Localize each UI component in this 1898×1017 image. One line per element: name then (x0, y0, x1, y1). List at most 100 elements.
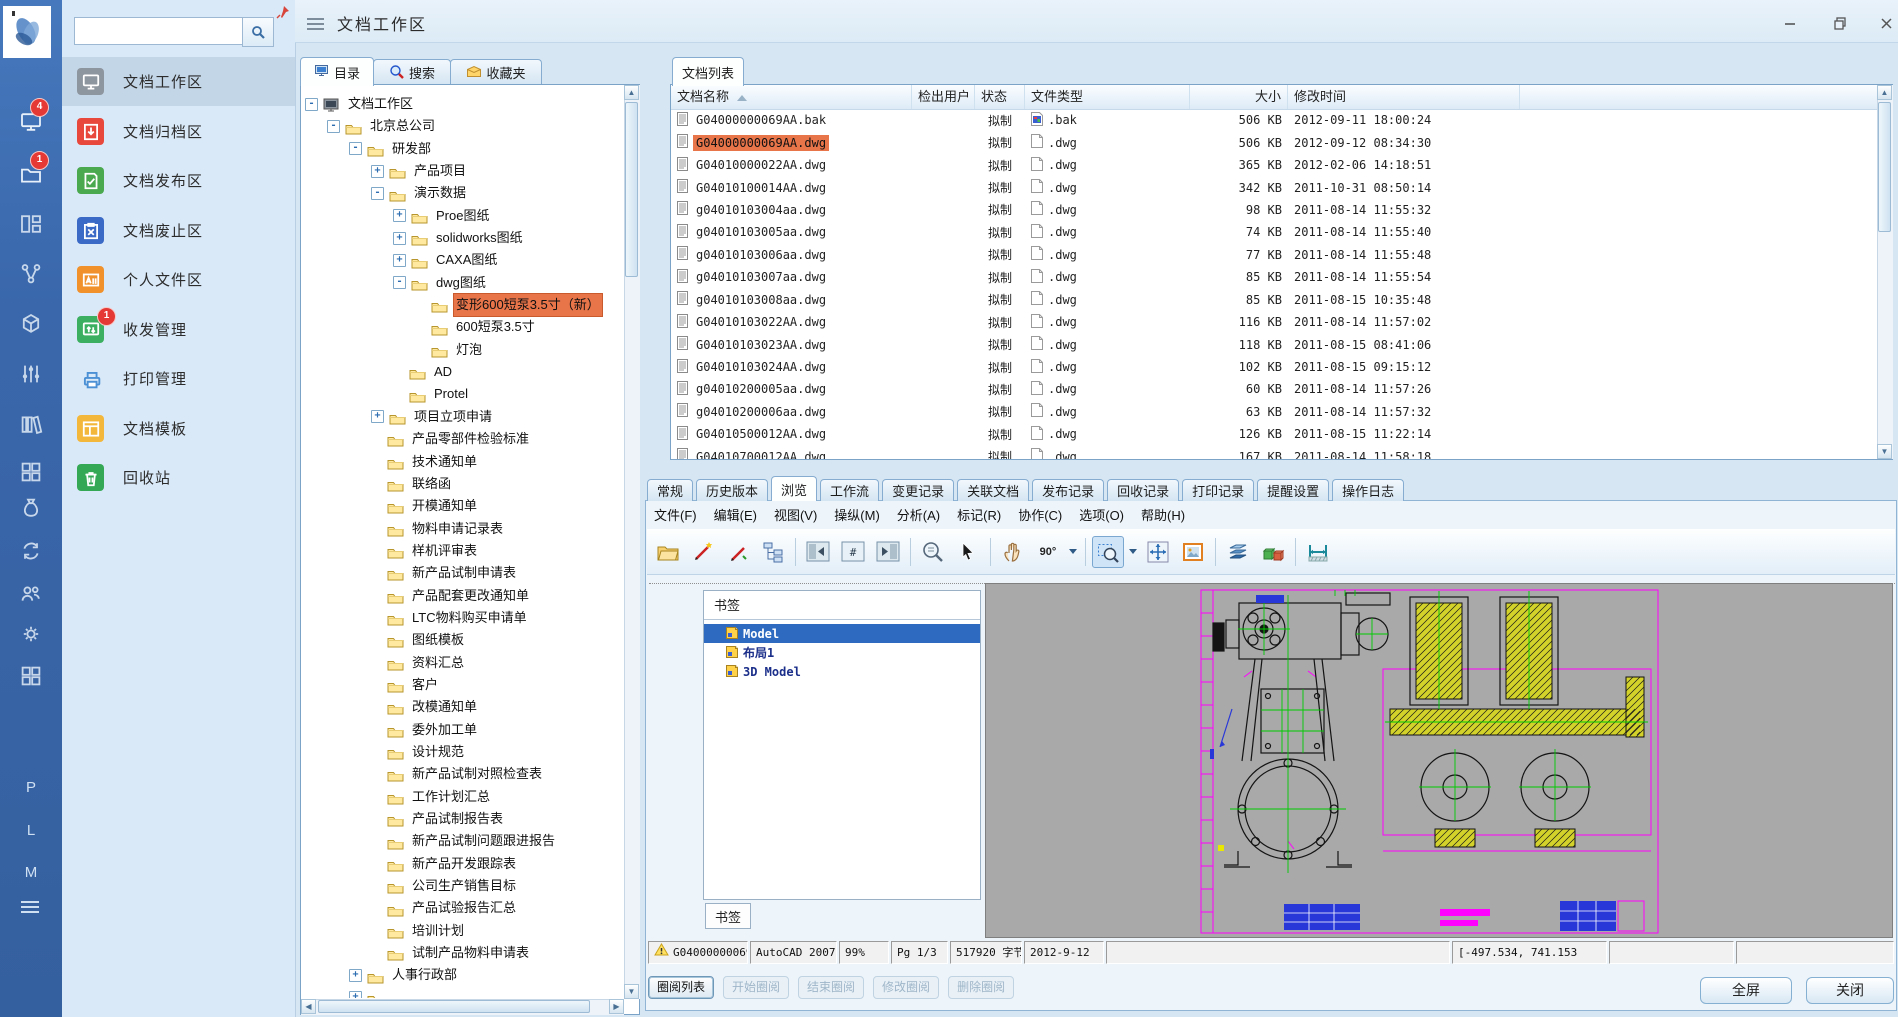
collapse-icon[interactable]: - (349, 142, 362, 155)
review-button-结束圈阅[interactable]: 结束圈阅 (798, 976, 864, 999)
review-button-删除圈阅[interactable]: 删除圈阅 (948, 976, 1014, 999)
tree-node[interactable]: 工作计划汇总 (371, 786, 623, 808)
detail-tab-发布记录[interactable]: 发布记录 (1032, 479, 1104, 501)
doc-row[interactable]: G04010100014AA.dwg拟制.dwg342 KB2011-10-31… (671, 176, 1877, 198)
doc-vscroll-thumb[interactable] (1878, 102, 1891, 232)
menu-F[interactable]: 文件(F) (654, 505, 697, 524)
panel-menu-icon[interactable] (307, 15, 324, 33)
doc-row[interactable]: G04010103022AA.dwg拟制.dwg116 KB2011-08-14… (671, 311, 1877, 333)
pin-icon[interactable] (276, 5, 290, 19)
bookmarks-bottom-tab[interactable]: 书签 (705, 903, 751, 929)
tree-scroll-down-icon[interactable]: ▼ (624, 984, 639, 999)
cad-viewer-canvas[interactable] (985, 583, 1893, 938)
sidebar-item-void[interactable]: 文档废止区 (62, 206, 295, 255)
gear-icon[interactable] (19, 622, 43, 646)
dropdown-caret-icon[interactable] (1129, 549, 1137, 554)
column-header[interactable]: 检出用户 (912, 85, 975, 109)
sidebar-item-sendrecv[interactable]: 收发管理1 (62, 305, 295, 354)
tree-node[interactable]: 物料申请记录表 (371, 518, 623, 540)
expand-icon[interactable]: + (371, 165, 384, 178)
menu-M[interactable]: 操纵(M) (834, 505, 880, 524)
close-button[interactable]: 关闭 (1806, 977, 1894, 1004)
grid-icon[interactable] (19, 460, 43, 484)
tree-node[interactable]: Protel (393, 383, 623, 405)
tree-node[interactable]: 联络函 (371, 473, 623, 495)
tree-node[interactable]: 新产品试制申请表 (371, 562, 623, 584)
hand-tool-button[interactable] (997, 536, 1029, 568)
tree-node[interactable]: 产品试制报告表 (371, 808, 623, 830)
rail-menu-icon[interactable] (21, 898, 39, 916)
doc-row[interactable]: g04010200005aa.dwg拟制.dwg60 KB2011-08-14 … (671, 378, 1877, 400)
nav-next-tool-button[interactable] (872, 536, 904, 568)
sidebar-item-workspace[interactable]: 文档工作区 (62, 57, 295, 106)
cursor-tool-button[interactable] (952, 536, 984, 568)
collapse-icon[interactable]: - (327, 120, 340, 133)
doc-row[interactable]: g04010103005aa.dwg拟制.dwg74 KB2011-08-14 … (671, 221, 1877, 243)
doc-row[interactable]: g04010200006aa.dwg拟制.dwg63 KB2011-08-14 … (671, 401, 1877, 423)
sidebar-item-publish[interactable]: 文档发布区 (62, 156, 295, 205)
search-input[interactable] (74, 17, 246, 45)
detail-tab-浏览[interactable]: 浏览 (771, 476, 817, 501)
column-header[interactable]: 大小 (1190, 85, 1288, 109)
doc-row[interactable]: g04010103004aa.dwg拟制.dwg98 KB2011-08-14 … (671, 199, 1877, 221)
users-icon[interactable] (19, 582, 43, 606)
rail-letter-p[interactable]: P (0, 779, 62, 796)
doc-row[interactable]: g04010103006aa.dwg拟制.dwg77 KB2011-08-14 … (671, 244, 1877, 266)
tree-node[interactable]: 公司生产销售目标 (371, 875, 623, 897)
doc-scroll-up-icon[interactable]: ▲ (1877, 85, 1892, 100)
sidebar-item-personal[interactable]: 个人文件区 (62, 255, 295, 304)
bookmark-item[interactable]: 3D Model (704, 662, 980, 681)
nav-num-tool-button[interactable]: # (837, 536, 869, 568)
solids-tool-button[interactable] (1257, 536, 1289, 568)
tree-node[interactable]: 产品配套更改通知单 (371, 585, 623, 607)
doc-list-tab[interactable]: 文档列表 (672, 57, 744, 86)
restore-button[interactable] (1825, 13, 1855, 33)
tree-node[interactable]: 开模通知单 (371, 495, 623, 517)
rail-letter-l[interactable]: L (0, 822, 62, 839)
nav-prev-tool-button[interactable] (802, 536, 834, 568)
tree-node[interactable]: 产品试验报告汇总 (371, 897, 623, 919)
tree-node[interactable]: 新产品试制问题跟进报告 (371, 830, 623, 852)
tree-node[interactable]: 600短泵3.5寸 (415, 316, 623, 338)
expand-icon[interactable]: + (393, 232, 406, 245)
close-icon[interactable] (1871, 13, 1898, 33)
column-header[interactable]: 文档名称 (671, 85, 912, 109)
tree-node[interactable]: -dwg图纸 (393, 272, 623, 294)
collapse-icon[interactable]: - (305, 98, 318, 111)
tree-node[interactable]: 资料汇总 (371, 652, 623, 674)
doc-scroll-down-icon[interactable]: ▼ (1877, 444, 1892, 459)
expand-icon[interactable]: + (371, 410, 384, 423)
tree-node[interactable]: 新产品试制对照检查表 (371, 763, 623, 785)
detail-tab-历史版本[interactable]: 历史版本 (696, 479, 768, 501)
tree-node[interactable]: +CAXA图纸 (393, 249, 623, 271)
bookmark-item[interactable]: Model (704, 624, 980, 643)
detail-tab-工作流[interactable]: 工作流 (820, 479, 879, 501)
doc-row[interactable]: G04010103023AA.dwg拟制.dwg118 KB2011-08-15… (671, 333, 1877, 355)
tree-node[interactable]: 委外加工单 (371, 719, 623, 741)
detail-tab-提醒设置[interactable]: 提醒设置 (1257, 479, 1329, 501)
rail-letter-m[interactable]: M (0, 864, 62, 881)
doc-row[interactable]: G04010700012AA.dwg拟制.dwg167 KB2011-08-14… (671, 446, 1877, 459)
preview-tool-button[interactable] (917, 536, 949, 568)
review-button-开始圈阅[interactable]: 开始圈阅 (723, 976, 789, 999)
tree-node[interactable]: LTC物料购买申请单 (371, 607, 623, 629)
review-button-修改圈阅[interactable]: 修改圈阅 (873, 976, 939, 999)
tree-node[interactable]: +项目立项申请 (371, 406, 623, 428)
books-icon[interactable] (19, 412, 43, 436)
tree-node[interactable]: 客户 (371, 674, 623, 696)
rot90-tool-button[interactable]: 90° (1032, 536, 1064, 568)
detail-tab-操作日志[interactable]: 操作日志 (1332, 479, 1404, 501)
tree-node[interactable]: 样机评审表 (371, 540, 623, 562)
doc-row[interactable]: G04000000069AA.dwg拟制.dwg506 KB2012-09-12… (671, 131, 1877, 153)
tree-node[interactable]: + (349, 987, 623, 998)
nodes-icon[interactable] (19, 262, 43, 286)
expand-icon[interactable]: + (393, 254, 406, 267)
doc-row[interactable]: G04010103024AA.dwg拟制.dwg102 KB2011-08-15… (671, 356, 1877, 378)
bookmark-item[interactable]: 布局1 (704, 643, 980, 662)
sidebar-item-print[interactable]: 打印管理 (62, 354, 295, 403)
menu-E[interactable]: 编辑(E) (714, 505, 757, 524)
tree-node[interactable]: +Proe图纸 (393, 205, 623, 227)
doc-row[interactable]: G04010000022AA.dwg拟制.dwg365 KB2012-02-06… (671, 154, 1877, 176)
tree-node[interactable]: 灯泡 (415, 339, 623, 361)
menu-O[interactable]: 选项(O) (1079, 505, 1124, 524)
